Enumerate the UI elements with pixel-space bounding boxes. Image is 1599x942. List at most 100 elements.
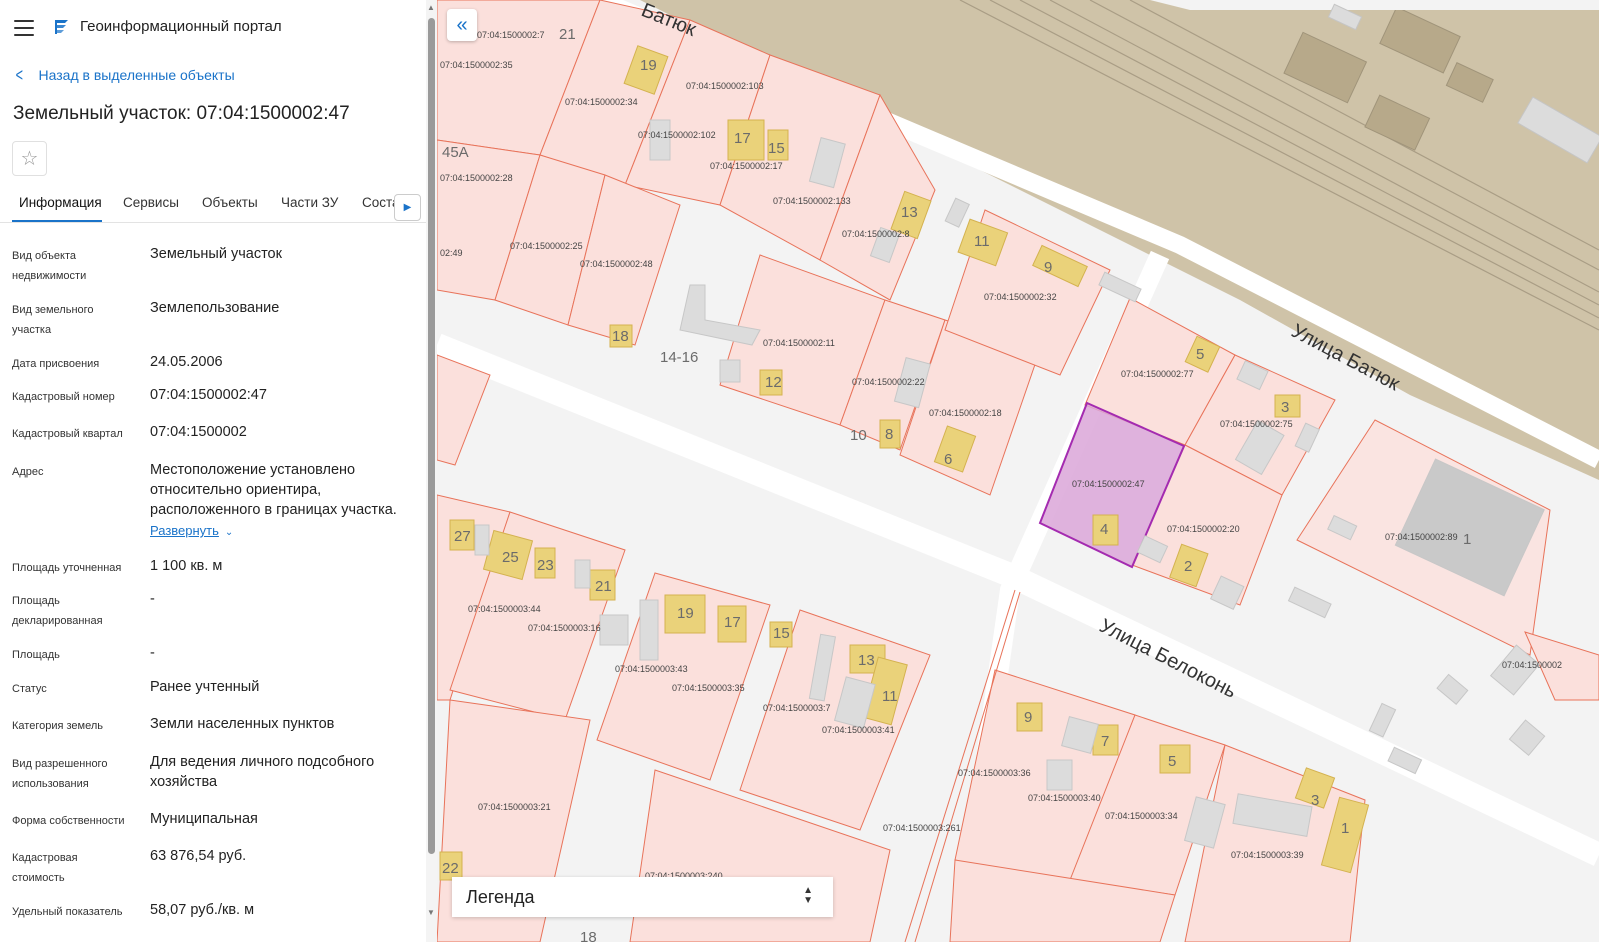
star-icon: ☆ [20, 148, 39, 170]
house-number: 5 [1168, 753, 1176, 770]
parcel-label: 07:04:1500002:35 [440, 60, 513, 70]
house-number: 23 [537, 557, 554, 574]
scroll-down-arrow-icon[interactable]: ▼ [427, 908, 435, 917]
house-number: 18 [612, 328, 629, 345]
parcel-label: 07:04:1500002:102 [638, 130, 716, 140]
house-number: 12 [765, 374, 782, 391]
house-number: 19 [640, 57, 657, 74]
field-value: Муниципальная [150, 811, 258, 827]
field-label: Категория земель [12, 720, 103, 732]
tab-bar: Информация Сервисы Объекты Части ЗУ Сост… [0, 186, 426, 223]
parcel-label: 07:04:1500002:28 [440, 173, 513, 183]
field-value: 24.05.2006 [150, 354, 223, 370]
field-label: Вид земельного участка [12, 304, 94, 336]
house-number: 11 [974, 233, 990, 250]
active-tab-indicator [12, 220, 102, 222]
parcel-label: 07:04:1500002:47 [1072, 479, 1145, 489]
collapse-panel-button[interactable]: « [447, 9, 477, 41]
map-canvas[interactable]: Батюк Улица Батюк Улица Белоконь 07:04:1… [437, 0, 1599, 942]
house-number: 10 [850, 427, 867, 444]
field-value: 07:04:1500002:47 [150, 387, 267, 403]
parcel-label: 07:04:1500002:133 [773, 196, 851, 206]
house-number: 25 [502, 549, 519, 566]
parcel-label: 07:04:1500003:44 [468, 604, 541, 614]
field-label: Площадь уточненная [12, 562, 122, 574]
parcel-label: 07:04:1500003:7 [763, 703, 831, 713]
scroll-up-arrow-icon[interactable]: ▲ [427, 3, 435, 12]
field-value: 63 876,54 руб. [150, 848, 247, 864]
back-to-selected-link[interactable]: < Назад в выделенные объекты [14, 65, 235, 85]
field-label: Кадастровый квартал [12, 428, 123, 440]
parcel-label: 07:04:1500003:41 [822, 725, 895, 735]
parcel-label: 07:04:1500003:43 [615, 664, 688, 674]
house-number: 18 [580, 929, 597, 942]
double-chevron-left-icon: « [456, 13, 468, 36]
house-number: 17 [724, 614, 741, 631]
field-label: Вид разрешенного использования [12, 758, 108, 790]
parcel-label: 07:04:1500003:261 [883, 823, 961, 833]
tab-information[interactable]: Информация [19, 195, 102, 210]
house-number: 19 [677, 605, 694, 622]
parcel-label: 07:04:1500003:35 [672, 683, 745, 693]
house-number: 9 [1024, 709, 1032, 726]
map-background-upper-right [1150, 0, 1599, 10]
field-value: Местоположение установлено относительно … [150, 462, 397, 518]
field-label: Кадастровый номер [12, 391, 115, 403]
house-number: 11 [882, 688, 898, 705]
parcel-label: 07:04:1500003:39 [1231, 850, 1304, 860]
parcel-label: 07:04:1500003:21 [478, 802, 551, 812]
parcel-label: 07:04:1500002:7 [477, 30, 545, 40]
house-number: 2 [1184, 558, 1192, 575]
menu-icon[interactable] [14, 20, 34, 36]
chevron-down-icon: ⌄ [224, 527, 234, 538]
field-value: 1 100 кв. м [150, 558, 223, 574]
field-value: 07:04:1500002 [150, 424, 247, 440]
house-number: 1 [1463, 531, 1471, 548]
tab-services[interactable]: Сервисы [123, 195, 179, 210]
top-bar: Геоинформационный портал [0, 0, 437, 56]
house-number: 27 [454, 528, 471, 545]
parcel-label: 07:04:1500003:34 [1105, 811, 1178, 821]
house-number: 1 [1341, 820, 1349, 837]
tab-objects[interactable]: Объекты [202, 195, 258, 210]
back-link-label: Назад в выделенные объекты [38, 67, 235, 83]
field-label: Статус [12, 683, 47, 695]
tab-parts[interactable]: Части ЗУ [281, 195, 338, 210]
house-number: 15 [768, 140, 785, 157]
parcel-label: 07:04:1500002:18 [929, 408, 1002, 418]
expand-link-label: Развернуть [150, 523, 219, 538]
chevron-left-icon: < [15, 65, 23, 85]
house-number: 5 [1196, 346, 1204, 363]
legend-label: Легенда [466, 887, 535, 907]
parcel-label: 07:04:1500002:103 [686, 81, 764, 91]
map-view[interactable]: Батюк Улица Батюк Улица Белоконь 07:04:1… [437, 0, 1599, 942]
legend-bar[interactable]: Легенда ▲ ▼ [452, 877, 833, 917]
field-label: Дата присвоения [12, 358, 100, 370]
house-number: 21 [559, 26, 576, 43]
parcel-label: 07:04:1500002:32 [984, 292, 1057, 302]
favorite-button[interactable]: ☆ [12, 141, 47, 176]
street-label-belokon: Улица Белоконь [1096, 615, 1240, 703]
field-value: Землепользование [150, 300, 280, 316]
panel-scrollbar-thumb[interactable] [428, 18, 435, 854]
field-value: Земельный участок [150, 246, 282, 262]
house-number: 3 [1311, 792, 1319, 809]
info-panel: Геоинформационный портал < Назад в выдел… [0, 0, 437, 942]
field-value: Земли населенных пунктов [150, 716, 335, 732]
address-expand-link[interactable]: Развернуть ⌄ [150, 523, 233, 538]
parcel-label: 07:04:1500002:20 [1167, 524, 1240, 534]
field-value: Ранее учтенный [150, 679, 260, 695]
tabs-scroll-right-button[interactable]: ▶ [394, 194, 421, 221]
expand-collapse-icon[interactable]: ▲ ▼ [803, 886, 813, 906]
parcel-label: 07:04:1500002:22 [852, 377, 925, 387]
house-number: 13 [858, 652, 875, 669]
field-value: - [150, 645, 155, 661]
parcel-label: 07:04:1500002:75 [1220, 419, 1293, 429]
field-label: Форма собственности [12, 815, 125, 827]
portal-logo-icon [55, 20, 68, 34]
field-label: Адрес [12, 466, 44, 478]
house-number: 45А [442, 144, 469, 161]
parcel-label: 02:49 [440, 248, 463, 258]
parcel-label: 07:04:1500002:34 [565, 97, 638, 107]
field-value: Для ведения личного подсобного хозяйства [150, 754, 375, 790]
